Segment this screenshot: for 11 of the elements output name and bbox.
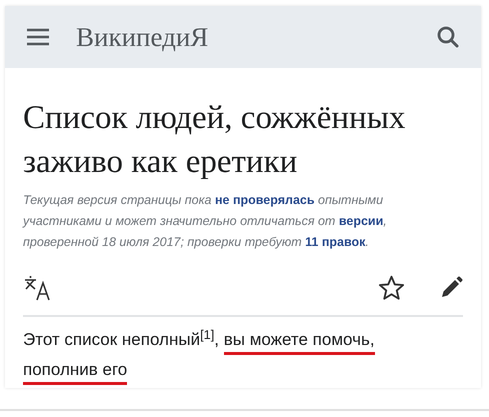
notice-link[interactable]: версии (338, 214, 384, 228)
search-icon[interactable] (437, 26, 459, 48)
revision-notice: Текущая версия страницы пока не проверялась опытными участниками и может значительно отличаться от версии, проверенной 18 июля 2017; проверки требуют 11 правок. (23, 192, 388, 251)
star-icon[interactable] (378, 275, 405, 301)
menu-icon[interactable] (27, 28, 49, 46)
notice-link[interactable]: 11 правок (305, 235, 366, 249)
list-notice: Этот список неполный$^{[1]}$, вы можете помочь, пополнив его (23, 325, 443, 385)
page-title: Список людей, сожжённых заживо как еретики (23, 99, 406, 182)
edit-icon[interactable] (439, 276, 463, 300)
notice-link[interactable]: не проверялась (214, 193, 315, 207)
wiki-logo[interactable]: ВикипедиЯ (76, 16, 208, 58)
